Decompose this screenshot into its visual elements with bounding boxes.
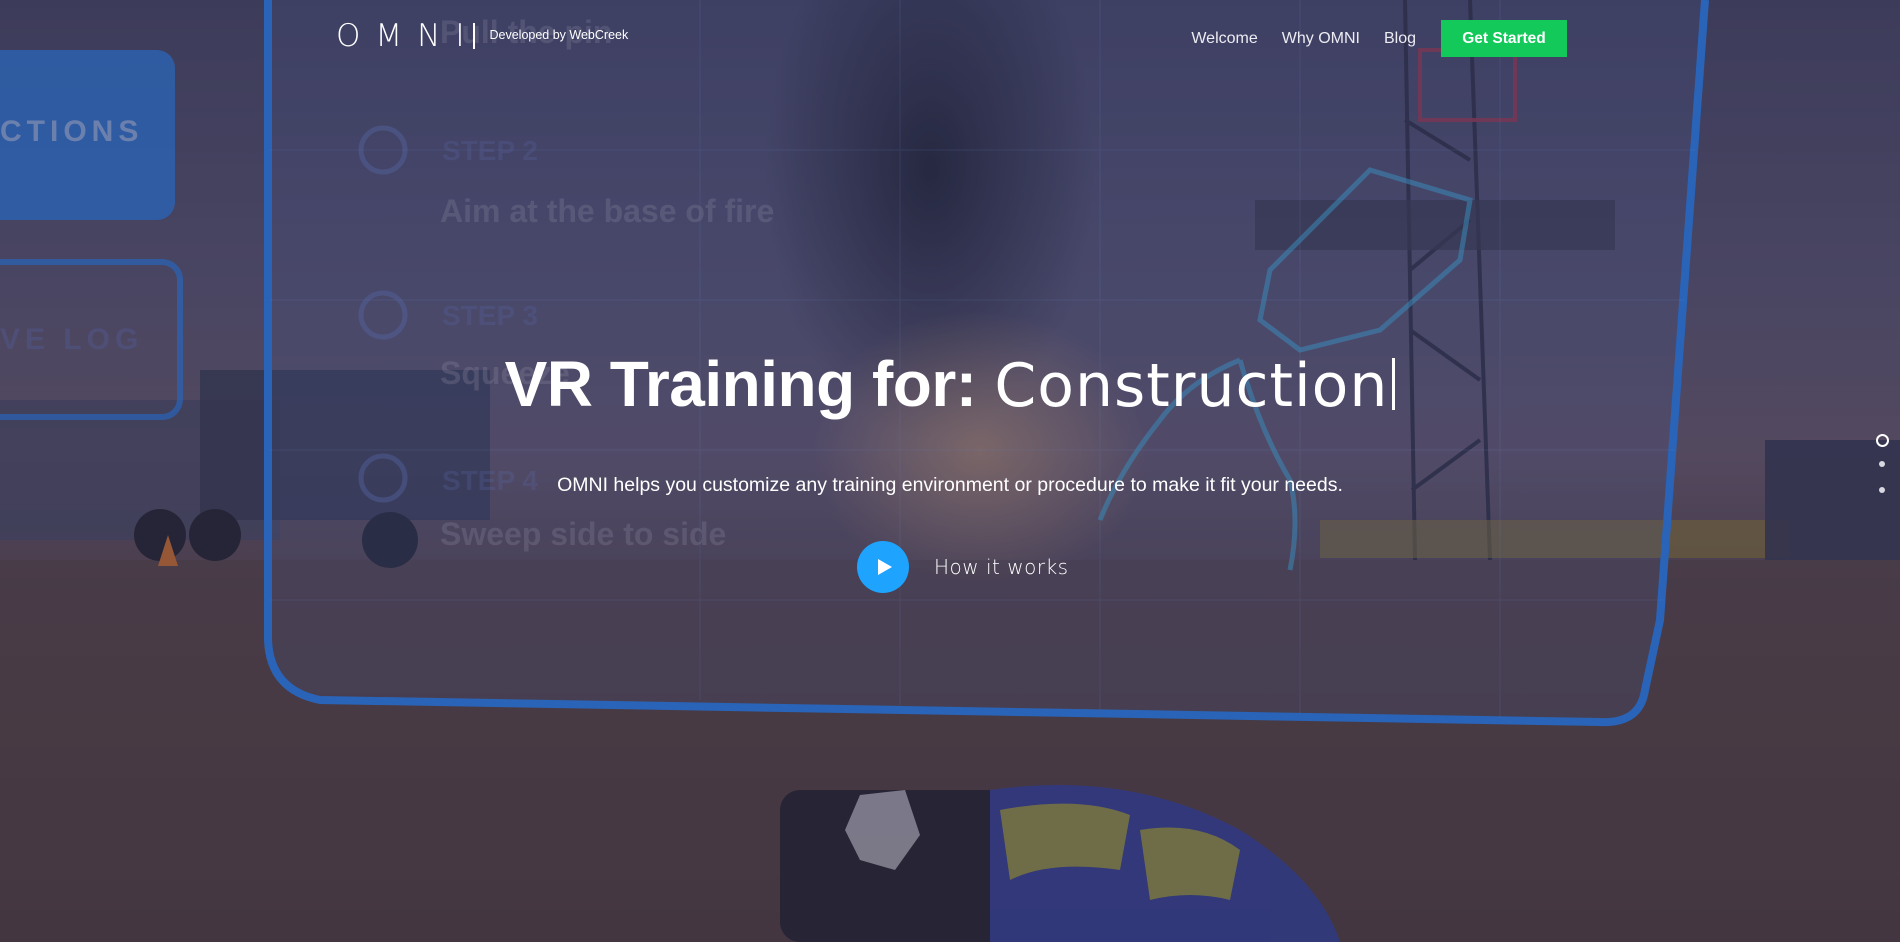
slide-dot-2[interactable] [1879,461,1885,467]
logo-wordmark: OMNI [336,18,480,54]
play-icon [878,559,892,575]
slide-pagination [1874,434,1890,513]
hero-subline: OMNI helps you customize any training en… [557,474,1343,496]
hero-section: Pull the pin STEP 2 Aim at the base of f… [0,0,1900,942]
main-nav: Welcome Why OMNI Blog Get Started [1167,20,1567,57]
slide-dot-1[interactable] [1875,434,1889,447]
nav-link-why-omni[interactable]: Why OMNI [1282,30,1360,48]
logo-divider [473,23,476,49]
play-button[interactable] [857,541,909,593]
how-it-works-label: How it works [934,555,1069,579]
site-logo[interactable]: OMNI Developed by WebCreek [336,18,628,54]
headline-prefix: VR Training for: [504,348,978,420]
get-started-button[interactable]: Get Started [1441,20,1567,57]
nav-link-welcome[interactable]: Welcome [1191,30,1257,48]
hero-headline: VR Training for: Construction [0,346,1900,424]
nav-link-blog[interactable]: Blog [1384,30,1416,48]
headline-typed-word: Construction [994,351,1389,421]
developer-credit: Developed by WebCreek [489,28,629,42]
slide-dot-3[interactable] [1879,487,1885,493]
hero-dim-overlay [0,0,1900,942]
how-it-works-button[interactable]: How it works [857,541,1069,593]
typing-caret [1392,358,1396,410]
